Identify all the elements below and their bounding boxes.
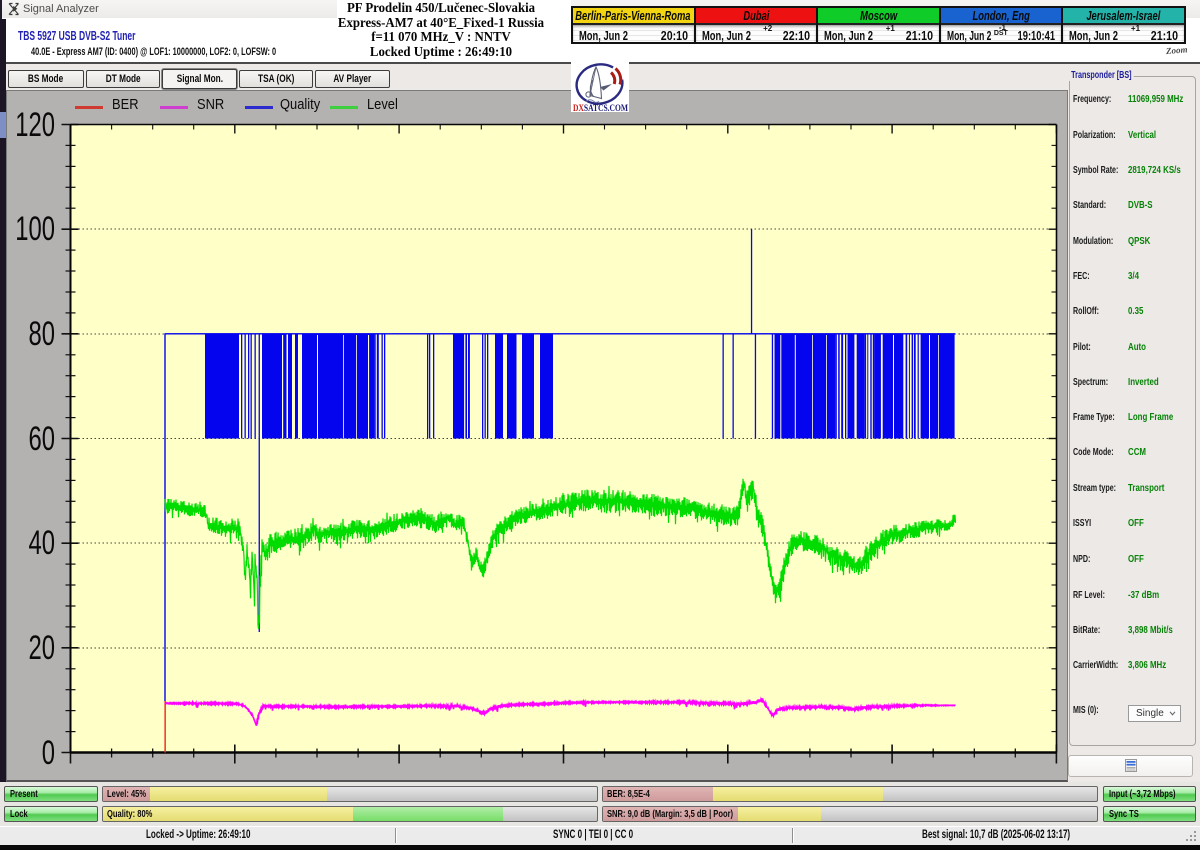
svg-text:DXSATCS.COM: DXSATCS.COM — [573, 104, 628, 113]
